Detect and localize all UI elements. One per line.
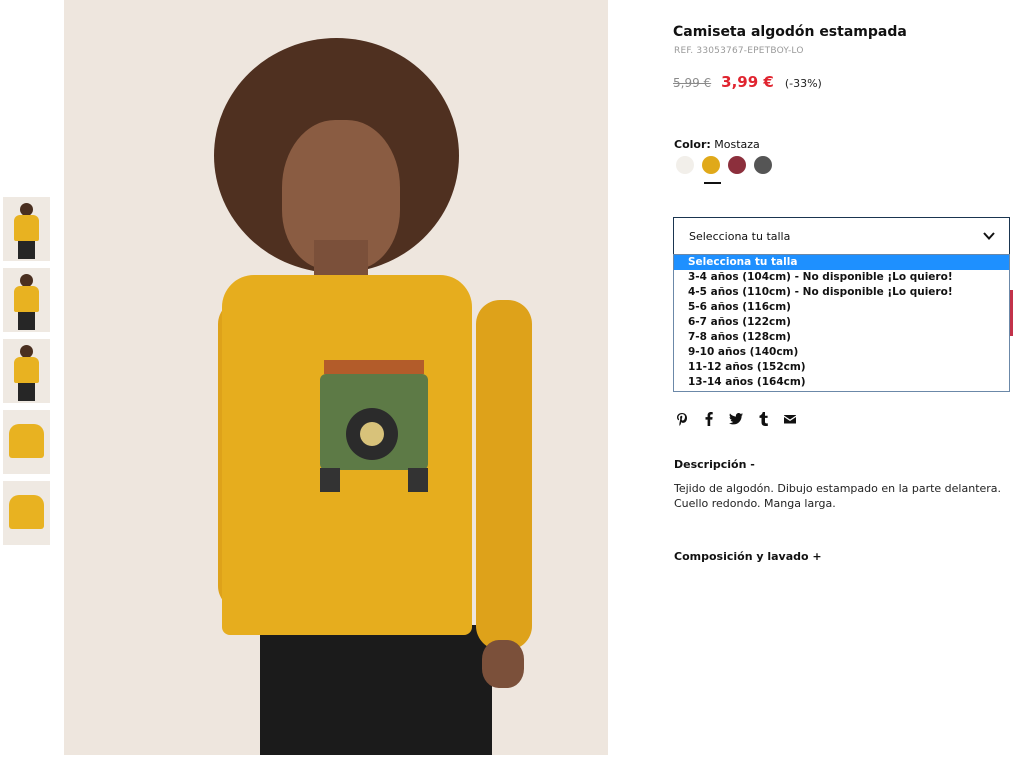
thumb-shirt <box>14 215 39 241</box>
thumb-legs <box>18 383 35 401</box>
size-option[interactable]: 3-4 años (104cm) - No disponible ¡Lo qui… <box>674 270 1009 285</box>
tumblr-icon[interactable] <box>755 411 771 427</box>
thumb-shirt <box>14 286 39 312</box>
model-pants <box>260 625 492 755</box>
description-text: Tejido de algodón. Dibujo estampado en l… <box>674 482 1002 510</box>
shirt-print-vehicle <box>314 360 434 500</box>
shirt-sleeve-right <box>476 300 532 650</box>
size-option[interactable]: 9-10 años (140cm) <box>674 345 1009 360</box>
thumb-shirt <box>9 424 44 458</box>
twitter-icon[interactable] <box>728 411 744 427</box>
chevron-down-icon <box>983 232 995 240</box>
model-hand <box>482 640 524 688</box>
thumbnail-3[interactable] <box>3 339 50 403</box>
vehicle-roof-rack <box>324 360 424 374</box>
color-swatch-granate[interactable] <box>728 156 746 174</box>
size-select-value: Selecciona tu talla <box>689 230 791 243</box>
thumbnail-1[interactable] <box>3 197 50 261</box>
product-title: Camiseta algodón estampada <box>673 24 907 40</box>
color-swatch-gris[interactable] <box>754 156 772 174</box>
share-icons <box>674 411 809 427</box>
color-swatch-crudo[interactable] <box>676 156 694 174</box>
color-label-row: Color: Mostaza <box>674 138 760 151</box>
color-label: Color: <box>674 138 711 151</box>
size-option[interactable]: Selecciona tu talla <box>674 255 1009 270</box>
size-option[interactable]: 4-5 años (110cm) - No disponible ¡Lo qui… <box>674 285 1009 300</box>
email-icon[interactable] <box>782 411 798 427</box>
description-toggle[interactable]: Descripción - <box>674 458 755 471</box>
add-to-bag-button-edge[interactable] <box>1010 290 1013 336</box>
selected-swatch-indicator <box>704 182 721 184</box>
size-dropdown-list: Selecciona tu talla 3-4 años (104cm) - N… <box>673 254 1010 392</box>
thumbnail-5[interactable] <box>3 481 50 545</box>
thumb-shirt <box>9 495 44 529</box>
sale-price: 3,99 € <box>721 73 774 91</box>
color-selected-value: Mostaza <box>714 138 760 151</box>
size-option[interactable]: 11-12 años (152cm) <box>674 360 1009 375</box>
size-option[interactable]: 7-8 años (128cm) <box>674 330 1009 345</box>
size-option[interactable]: 13-14 años (164cm) <box>674 375 1009 390</box>
vehicle-wheel-right <box>408 468 428 492</box>
discount-badge: (-33%) <box>784 77 822 90</box>
product-reference: REF. 33053767-EPETBOY-LO <box>674 46 804 56</box>
thumb-shirt <box>14 357 39 383</box>
old-price: 5,99 € <box>673 76 712 90</box>
size-option[interactable]: 5-6 años (116cm) <box>674 300 1009 315</box>
pinterest-icon[interactable] <box>674 411 690 427</box>
price-row: 5,99 € 3,99 € (-33%) <box>673 73 822 91</box>
product-main-image[interactable] <box>64 0 608 755</box>
thumbnail-4[interactable] <box>3 410 50 474</box>
thumb-legs <box>18 312 35 330</box>
vehicle-tire-rim <box>360 422 384 446</box>
composition-toggle[interactable]: Composición y lavado + <box>674 550 822 563</box>
size-select[interactable]: Selecciona tu talla <box>673 217 1010 255</box>
thumb-legs <box>18 241 35 259</box>
thumbnail-2[interactable] <box>3 268 50 332</box>
facebook-icon[interactable] <box>701 411 717 427</box>
color-swatches <box>676 156 780 174</box>
vehicle-wheel-left <box>320 468 340 492</box>
thumbnail-strip <box>3 197 50 552</box>
size-option[interactable]: 6-7 años (122cm) <box>674 315 1009 330</box>
color-swatch-mostaza[interactable] <box>702 156 720 174</box>
